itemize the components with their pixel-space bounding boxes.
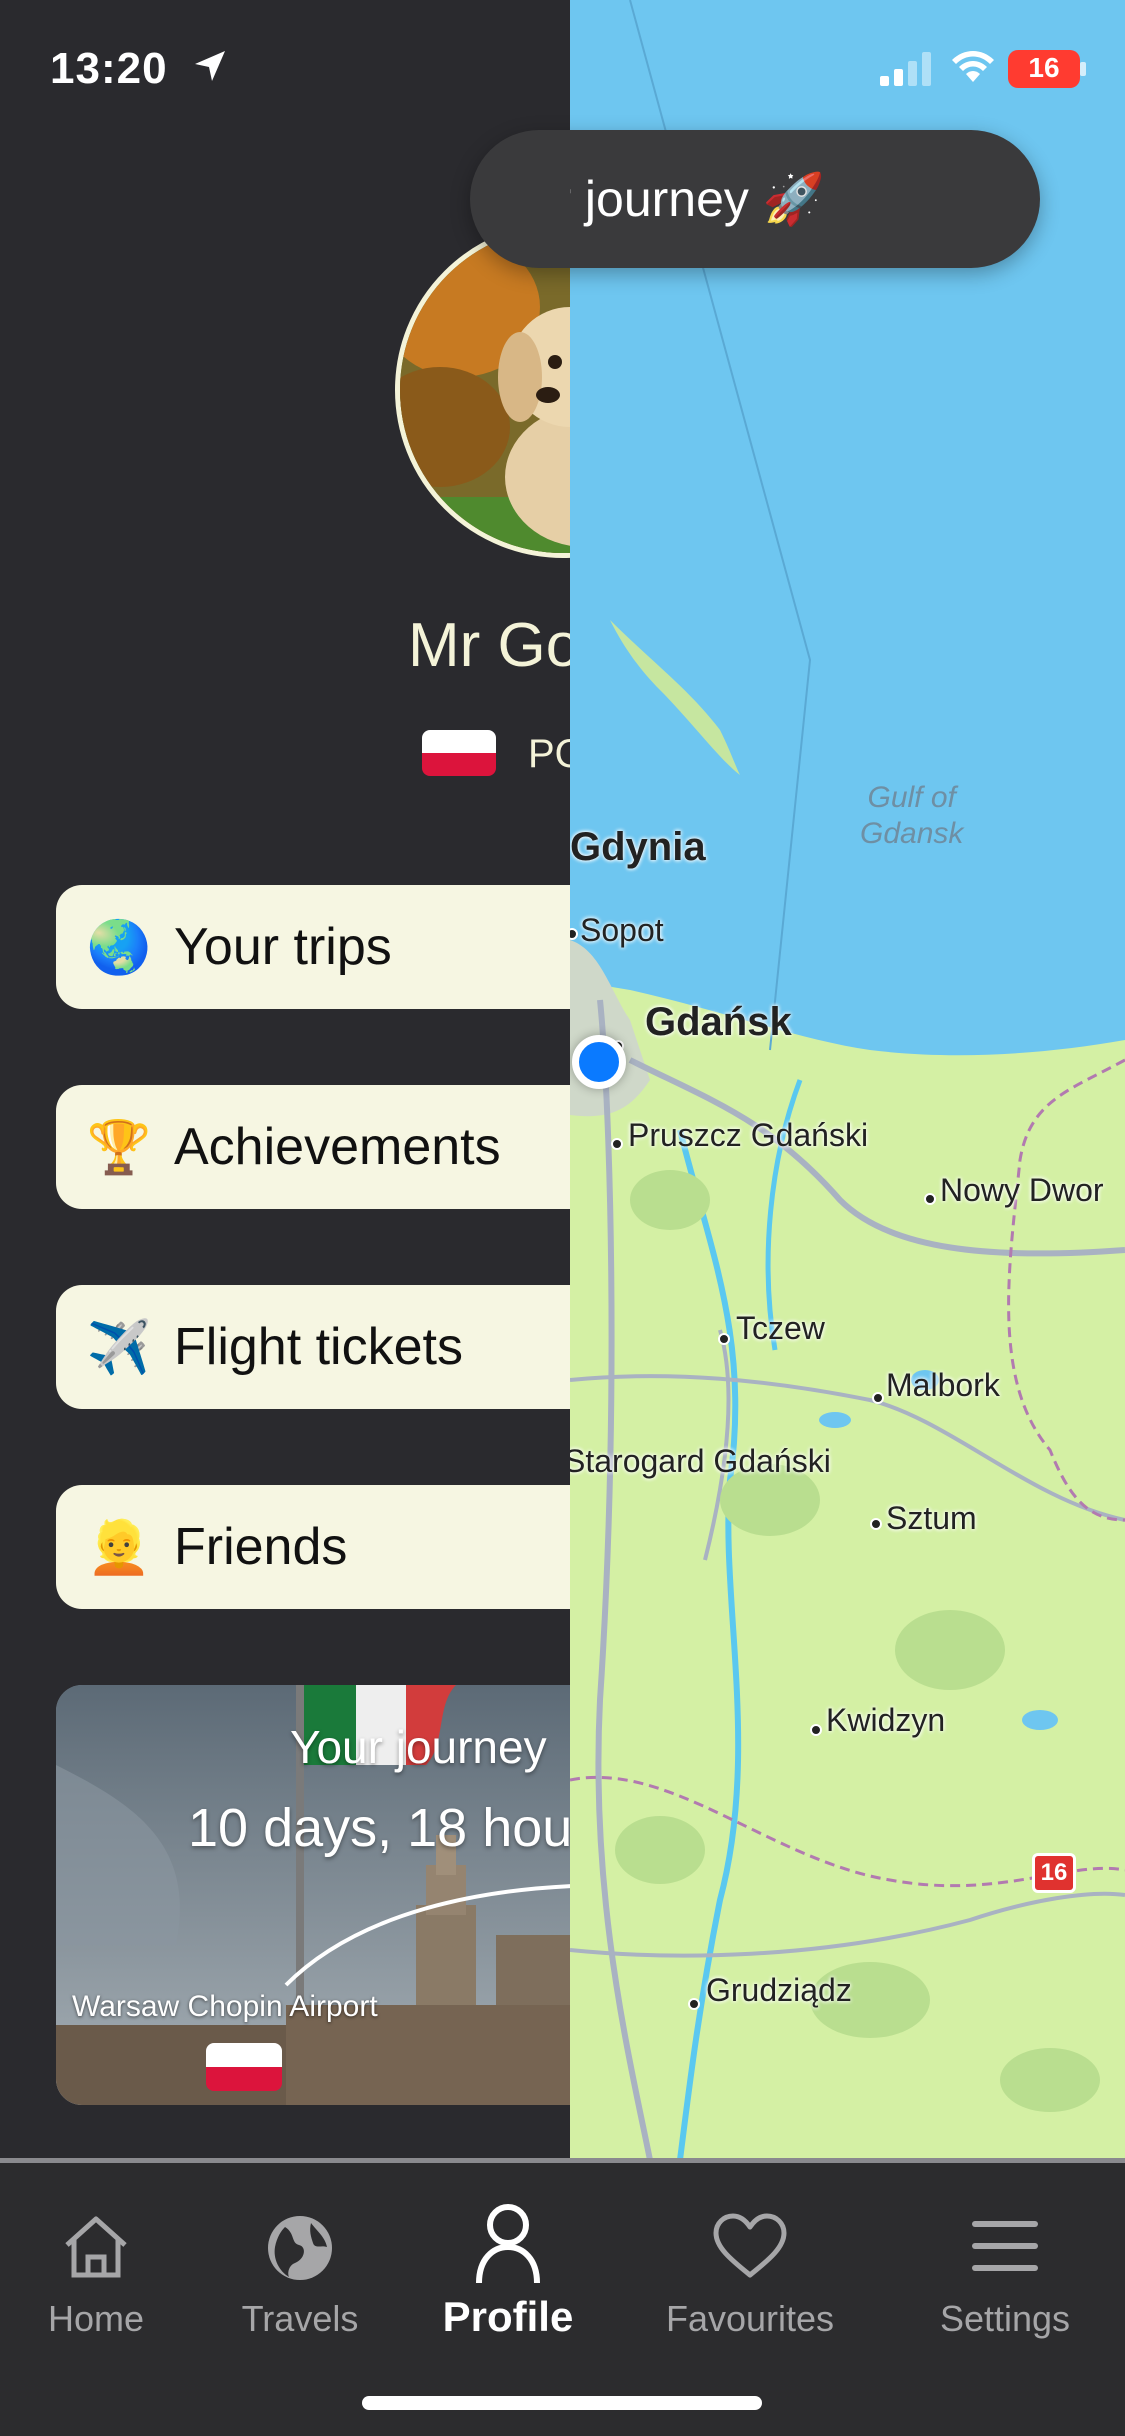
tab-label: Travels [241, 2298, 359, 2339]
tab-label: Favourites [665, 2298, 835, 2339]
place-label[interactable]: Nowy Dwor [940, 1172, 1104, 1209]
tab-label: Settings [939, 2298, 1071, 2339]
country-code: PO [528, 732, 570, 776]
status-time: 13:20 [50, 44, 168, 93]
heart-icon [713, 2213, 787, 2278]
place-label[interactable]: Gdańsk [645, 1000, 792, 1045]
tab-label: Home [47, 2298, 145, 2339]
place-label[interactable]: Starogard Gdański [570, 1443, 831, 1480]
battery-level: 16 [1028, 52, 1060, 83]
journey-card[interactable]: Your journey 10 days, 18 hou Warsaw Chop… [56, 1685, 570, 2105]
tab-bar: Home Travels Profile Favourites Settings [0, 2158, 1125, 2436]
place-dot [611, 1138, 623, 1150]
map-view[interactable]: Gulf of Gdansk Gdynia Sopot Gdańsk Pruszc… [570, 0, 1125, 2160]
tab-travels[interactable]: Travels [190, 2163, 410, 2363]
tab-settings[interactable]: Settings [895, 2163, 1115, 2363]
place-label[interactable]: Sztum [886, 1500, 977, 1537]
place-dot [870, 1518, 882, 1530]
map-canvas [570, 0, 1125, 2160]
tab-label: Profile [442, 2293, 574, 2340]
battery-cap [1080, 62, 1086, 76]
place-dot [718, 1333, 730, 1345]
menu-label: Achievements [174, 1118, 501, 1176]
your-trips-button[interactable]: 🌏 Your trips [56, 885, 570, 1009]
road-shield-number: 16 [1040, 1859, 1068, 1886]
friends-button[interactable]: 👱 Friends [56, 1485, 570, 1609]
user-location-dot[interactable] [572, 1035, 626, 1089]
cellular-signal-icon [880, 52, 931, 86]
globe-icon: 🌏 [86, 918, 152, 977]
menu-icon [972, 2221, 1038, 2271]
place-label[interactable]: Pruszcz Gdański [628, 1117, 868, 1154]
journey-banner-text: Your journey 🚀 [570, 171, 826, 227]
place-dot [872, 1392, 884, 1404]
user-name: Mr Go [408, 611, 570, 680]
tab-profile[interactable]: Profile [398, 2163, 618, 2363]
profile-panel: Mr Go PO 🌏 Your trips 🏆 Achievements ✈️ … [0, 0, 570, 2160]
flight-tickets-button[interactable]: ✈️ Flight tickets [56, 1285, 570, 1409]
home-indicator[interactable] [362, 2396, 762, 2410]
place-label[interactable]: Kwidzyn [826, 1702, 945, 1739]
poland-flag-icon [422, 730, 496, 776]
journey-banner[interactable]: Your journey 🚀 [470, 130, 1040, 268]
departure-airport: Warsaw Chopin Airport [72, 1990, 378, 2023]
achievements-button[interactable]: 🏆 Achievements [56, 1085, 570, 1209]
place-dot [688, 1998, 700, 2010]
puppy-photo-icon [400, 227, 570, 553]
globe-icon [268, 2216, 332, 2280]
trophy-icon: 🏆 [86, 1118, 152, 1177]
journey-card-title: Your journey [290, 1721, 547, 1773]
person-emoji-icon: 👱 [86, 1518, 152, 1577]
menu-label: Flight tickets [174, 1318, 463, 1376]
avatar[interactable] [395, 222, 570, 558]
place-label[interactable]: Grudziądz [706, 1972, 852, 2009]
menu-label: Your trips [174, 918, 392, 976]
status-bar: 13:20 16 [0, 0, 1125, 135]
journey-duration: 10 days, 18 hou [188, 1798, 570, 1858]
place-dot [810, 1724, 822, 1736]
place-label[interactable]: Sopot [580, 912, 664, 949]
home-icon [65, 2216, 127, 2278]
water-label: Gulf of Gdansk [860, 781, 964, 850]
place-label[interactable]: Malbork [886, 1367, 1000, 1404]
wifi-icon [952, 51, 994, 82]
battery-indicator: 16 [1008, 50, 1080, 88]
airplane-icon: ✈️ [86, 1318, 152, 1377]
person-icon [476, 2204, 540, 2284]
tab-favourites[interactable]: Favourites [640, 2163, 860, 2363]
place-dot [924, 1193, 936, 1205]
place-label[interactable]: Gdynia [570, 825, 706, 870]
poland-flag-icon [206, 2043, 282, 2091]
menu-label: Friends [174, 1518, 348, 1576]
place-label[interactable]: Tczew [736, 1310, 825, 1347]
location-arrow-icon [195, 51, 225, 81]
journey-banner-clip: Your journey 🚀 [570, 130, 1040, 268]
tab-home[interactable]: Home [0, 2163, 206, 2363]
road-shield: 16 [1032, 1853, 1076, 1893]
